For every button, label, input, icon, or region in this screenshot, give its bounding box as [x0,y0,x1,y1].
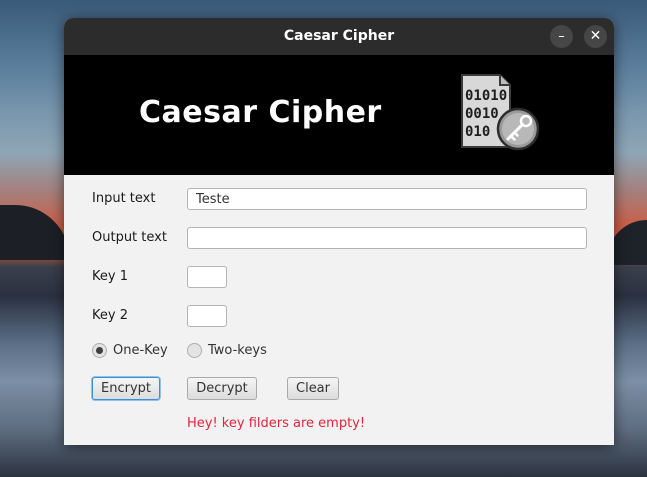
input-text-field[interactable] [187,188,587,210]
window-titlebar[interactable]: Caesar Cipher – ✕ [64,18,614,55]
header-banner: Caesar Cipher 01010 0010 010 [64,55,614,175]
two-keys-radio-label: Two-keys [208,343,267,358]
two-keys-radio[interactable]: Two-keys [187,343,267,358]
minimize-icon: – [558,29,565,44]
logo-digits-row-1: 01010 [465,88,507,104]
output-text-field[interactable] [187,227,587,249]
logo-digits-row-3: 010 [465,124,490,140]
key2-field[interactable] [187,305,227,327]
encrypt-button[interactable]: Encrypt [92,377,160,400]
minimize-button[interactable]: – [550,25,573,48]
error-message: Hey! key filders are empty! [187,416,366,431]
one-key-radio[interactable]: One-Key [92,343,168,358]
output-text-label: Output text [92,230,167,245]
clear-button[interactable]: Clear [287,377,339,400]
banner-heading: Caesar Cipher [139,95,382,130]
app-window: Caesar Cipher – ✕ Caesar Cipher 01010 00… [64,18,614,445]
key2-label: Key 2 [92,308,128,323]
logo-digits-row-2: 0010 [465,106,499,122]
radio-selected-icon[interactable] [92,343,107,358]
close-icon: ✕ [589,28,602,44]
wallpaper-hill-left [0,205,70,260]
key1-label: Key 1 [92,269,128,284]
window-title: Caesar Cipher [283,28,395,44]
decrypt-button[interactable]: Decrypt [187,377,257,400]
binary-document-key-icon: 01010 0010 010 [461,74,540,151]
cipher-form: Input text Output text Key 1 Key 2 One-K… [64,175,614,445]
close-button[interactable]: ✕ [584,25,607,48]
radio-unselected-icon[interactable] [187,343,202,358]
key1-field[interactable] [187,266,227,288]
input-text-label: Input text [92,191,156,206]
one-key-radio-label: One-Key [113,343,168,358]
